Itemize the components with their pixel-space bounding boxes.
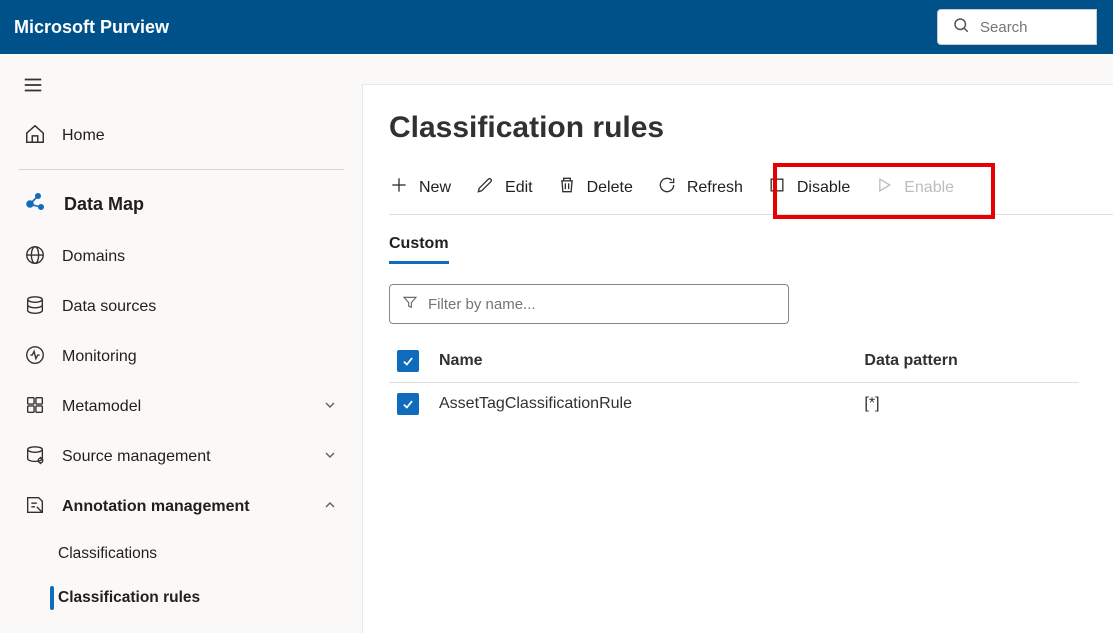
sidebar-label: Data sources: [62, 298, 156, 316]
search-icon: [952, 16, 980, 39]
column-header-name[interactable]: Name: [431, 340, 856, 383]
table-row[interactable]: AssetTagClassificationRule [*]: [389, 383, 1079, 426]
sidebar-subitem-classifications[interactable]: Classifications: [58, 532, 344, 576]
global-search[interactable]: [937, 9, 1097, 45]
square-icon: [767, 175, 787, 200]
sidebar-item-annotation-management[interactable]: Annotation management: [18, 482, 344, 532]
column-header-pattern[interactable]: Data pattern: [856, 340, 1079, 383]
sidebar-sub-label: Classification rules: [58, 589, 200, 607]
sidebar-divider: [18, 169, 344, 170]
edit-icon: [475, 175, 495, 200]
filter-input[interactable]: [389, 284, 789, 324]
sidebar-label: Metamodel: [62, 398, 141, 416]
top-header: Microsoft Purview: [0, 0, 1113, 54]
refresh-button[interactable]: Refresh: [657, 175, 743, 200]
enable-button: Enable: [874, 175, 954, 200]
sidebar-item-source-management[interactable]: Source management: [18, 432, 344, 482]
trash-icon: [557, 175, 577, 200]
chevron-down-icon: [322, 397, 338, 418]
sidebar: Home Data Map Domains Data s: [0, 54, 362, 633]
rules-table: Name Data pattern AssetTagClassification…: [389, 340, 1079, 425]
select-all-checkbox[interactable]: [397, 350, 419, 372]
sidebar-item-data-sources[interactable]: Data sources: [18, 282, 344, 332]
home-icon: [24, 123, 46, 150]
sidebar-section-data-map[interactable]: Data Map: [18, 176, 344, 232]
delete-button[interactable]: Delete: [557, 175, 633, 200]
command-bar: New Edit Delete Refresh Disable Enable: [389, 167, 1113, 215]
main-content: Classification rules New Edit Delete Ref…: [362, 84, 1113, 633]
sidebar-item-domains[interactable]: Domains: [18, 232, 344, 282]
row-checkbox[interactable]: [397, 393, 419, 415]
cell-rule-name: AssetTagClassificationRule: [431, 383, 856, 426]
data-map-icon: [24, 190, 48, 219]
cell-rule-pattern: [*]: [856, 383, 1079, 426]
database-icon: [24, 294, 46, 321]
sidebar-label: Annotation management: [62, 498, 250, 516]
chevron-down-icon: [322, 447, 338, 468]
new-button[interactable]: New: [389, 175, 451, 200]
filter-icon: [402, 294, 428, 315]
play-icon: [874, 175, 894, 200]
sidebar-item-metamodel[interactable]: Metamodel: [18, 382, 344, 432]
brand-title: Microsoft Purview: [14, 17, 169, 38]
disable-button[interactable]: Disable: [767, 175, 850, 200]
sidebar-item-home[interactable]: Home: [18, 111, 344, 161]
sidebar-section-title: Data Map: [64, 194, 144, 215]
chevron-up-icon: [322, 497, 338, 518]
refresh-icon: [657, 175, 677, 200]
sidebar-subitem-classification-rules[interactable]: Classification rules: [58, 576, 344, 620]
sidebar-label-home: Home: [62, 127, 105, 145]
sidebar-item-monitoring[interactable]: Monitoring: [18, 332, 344, 382]
sidebar-label: Monitoring: [62, 348, 137, 366]
tab-bar: Custom: [389, 235, 1113, 264]
metamodel-icon: [24, 394, 46, 421]
filter-text-field[interactable]: [428, 296, 776, 313]
sidebar-label: Domains: [62, 248, 125, 266]
sidebar-label: Source management: [62, 448, 211, 466]
sidebar-sub-label: Classifications: [58, 545, 157, 563]
hamburger-icon[interactable]: [22, 83, 44, 100]
source-management-icon: [24, 444, 46, 471]
tab-custom[interactable]: Custom: [389, 235, 449, 264]
annotation-icon: [24, 494, 46, 521]
globe-icon: [24, 244, 46, 271]
plus-icon: [389, 175, 409, 200]
edit-button[interactable]: Edit: [475, 175, 533, 200]
monitoring-icon: [24, 344, 46, 371]
search-input[interactable]: [980, 19, 1080, 36]
page-title: Classification rules: [389, 111, 1113, 145]
